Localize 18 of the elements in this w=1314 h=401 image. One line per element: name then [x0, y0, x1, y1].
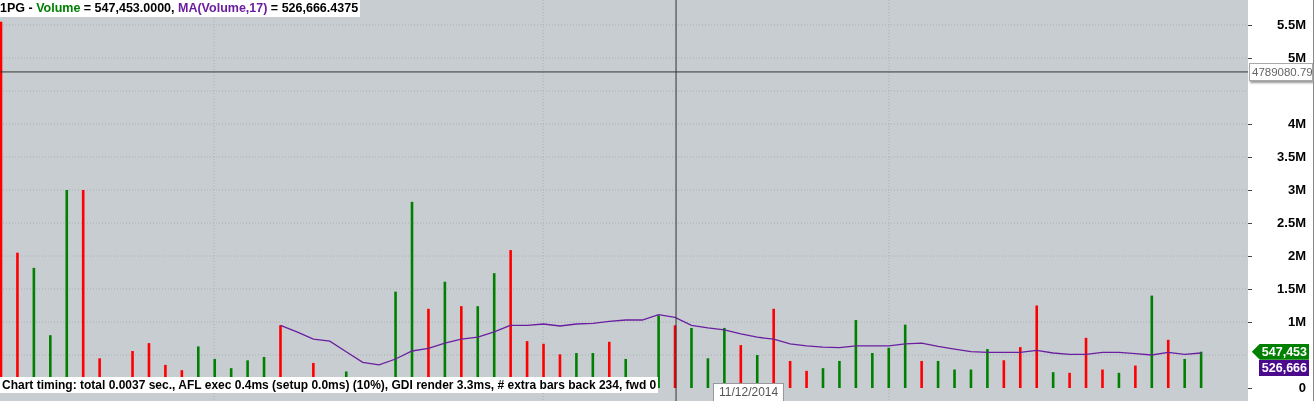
- legend-text: = 547,453.0000,: [82, 1, 176, 15]
- axis-label: 4M: [1287, 116, 1306, 132]
- value-tag: 526,666: [1258, 359, 1309, 376]
- chart-timing-text: Chart timing: total 0.0037 sec., AFL exec 0.4ms (setup 0.0ms) (10%), GDI render 3.3ms, # extra bars back 234, fwd 0: [0, 377, 659, 393]
- axis-label: 2.5M: [1277, 215, 1306, 231]
- axis-label: 3.5M: [1277, 149, 1306, 165]
- value-tag: 547,453: [1251, 343, 1309, 360]
- axis-label: 5.5M: [1277, 17, 1306, 33]
- axis-label: 3M: [1287, 182, 1306, 198]
- legend-label: MA(Volume,17): [178, 1, 268, 15]
- axis-label: 1M: [1287, 314, 1306, 330]
- axis-label: 1.5M: [1277, 281, 1306, 297]
- legend-text: 1PG -: [0, 1, 34, 15]
- axis-label: 0: [1298, 380, 1306, 396]
- date-tooltip: 11/12/2014: [713, 383, 785, 401]
- legend-label: Volume: [36, 1, 81, 15]
- legend-text: = 526,666.4375: [269, 1, 359, 15]
- axis-label: 2M: [1287, 248, 1306, 264]
